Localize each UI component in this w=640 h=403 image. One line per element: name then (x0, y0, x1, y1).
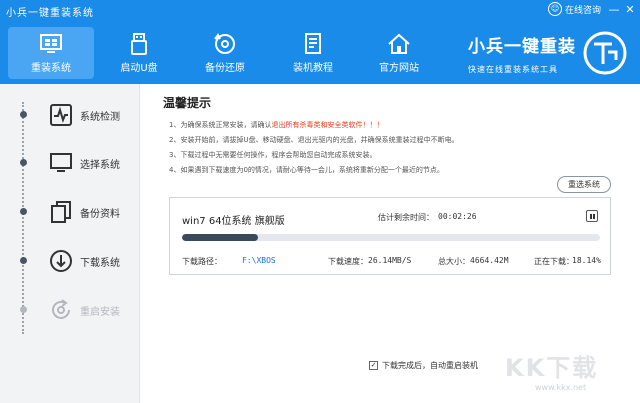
download-system-name: win7 64位系统 旗舰版 (182, 216, 285, 227)
auto-reboot-option[interactable]: ✓ 下载完成后，自动重启装机 (369, 360, 478, 371)
tab-label: 装机教程 (293, 63, 333, 74)
tip-text: 4、如果遇到下载速度为0的情况，请耐心等待一会儿，系统将重新分配一个最近的节点。 (169, 166, 444, 174)
step-dot (20, 159, 27, 166)
tips-list: 1、为确保系统正常安装，请确认退出所有杀毒类和安全类软件！！！ 2、安装开始前，… (169, 118, 459, 178)
reselect-system-button[interactable]: 重选系统 (557, 176, 611, 193)
tab-label: 官方网站 (379, 63, 419, 74)
tab-backup-restore[interactable]: 备份还原 (182, 27, 268, 79)
restart-icon (48, 297, 74, 323)
eta-value: 00:02:26 (438, 212, 477, 221)
size-value: 4664.42M (470, 256, 509, 265)
watermark-url: www.kkx.net (535, 383, 587, 392)
step-label: 备份资料 (80, 209, 120, 220)
step-label: 系统检测 (80, 112, 120, 123)
step-select-system: 选择系统 (18, 146, 138, 180)
chat-icon: ☺ (548, 2, 562, 16)
download-path-link[interactable]: F:\XBOS (242, 256, 276, 265)
tab-label: 启动U盘 (120, 63, 158, 74)
download-panel: win7 64位系统 旗舰版 估计剩余时间： 00:02:26 下载路径： F:… (169, 197, 611, 275)
brand: 小兵一键重装 快速在线重装系统工具 (468, 32, 576, 75)
percent-value: 18.14% (572, 256, 601, 265)
watermark-logo: KK下载 (505, 354, 599, 382)
sidebar: 系统检测 选择系统 备份资料 下载系统 重启安装 (0, 84, 140, 403)
online-consult-button[interactable]: ☺ 在线咨询 (548, 2, 601, 16)
tip-item: 1、为确保系统正常安装，请确认退出所有杀毒类和安全类软件！！！ (169, 118, 459, 133)
tip-item: 4、如果遇到下载速度为0的情况，请耐心等待一会儿，系统将重新分配一个最近的节点。 (169, 163, 459, 178)
monitor-icon (48, 150, 74, 176)
online-consult-label: 在线咨询 (565, 5, 602, 16)
tab-boot-usb[interactable]: 启动U盘 (96, 27, 182, 79)
auto-reboot-checkbox[interactable]: ✓ (369, 361, 378, 370)
step-label: 下载系统 (80, 258, 120, 269)
copy-icon (48, 199, 74, 225)
speed-value: 26.14MB/S (368, 256, 412, 265)
step-label: 重启安装 (80, 307, 120, 318)
step-system-check: 系统检测 (18, 98, 138, 132)
home-icon (386, 31, 412, 57)
minimize-button[interactable]: — (608, 3, 620, 17)
step-dot (20, 208, 27, 215)
tip-item: 2、安装开始前，请拔掉U盘、移动硬盘、退出光驱内的光盘，并确保系统重装过程中不断… (169, 133, 459, 148)
tab-reinstall-system[interactable]: 重装系统 (8, 27, 94, 79)
document-icon (300, 31, 326, 57)
tip-item: 3、下载过程中无需要任何操作，程序会帮助您自动完成系统安装。 (169, 148, 459, 163)
brand-name: 小兵一键重装 (468, 37, 576, 57)
tab-install-tutorial[interactable]: 装机教程 (270, 27, 356, 79)
step-download-system: 下载系统 (18, 244, 138, 278)
tab-official-site[interactable]: 官方网站 (356, 27, 442, 79)
progress-fill (182, 234, 258, 241)
disc-restore-icon (212, 31, 238, 57)
tips-title: 温馨提示 (163, 96, 212, 110)
tip-text: 1、为确保系统正常安装，请确认 (169, 121, 272, 129)
size-label: 总大小： (438, 257, 470, 266)
tip-warning: 退出所有杀毒类和安全类软件！！！ (271, 121, 384, 129)
monitor-icon (38, 31, 64, 57)
tab-label: 备份还原 (205, 63, 245, 74)
brand-logo-icon (583, 31, 627, 75)
top-nav: 重装系统 启动U盘 备份还原 装机教程 官方网站 小兵一键重装 快速在线重装系统… (0, 22, 640, 84)
step-backup-data: 备份资料 (18, 195, 138, 229)
path-label: 下载路径： (182, 257, 222, 266)
window-title: 小兵一键重装系统 (6, 8, 94, 19)
usb-icon (126, 31, 152, 57)
step-label: 选择系统 (80, 160, 120, 171)
step-dot (20, 257, 27, 264)
auto-reboot-label: 下载完成后，自动重启装机 (382, 361, 478, 370)
download-icon (48, 248, 74, 274)
speed-label: 下载速度： (328, 257, 368, 266)
eta-label: 估计剩余时间： (378, 213, 434, 222)
pulse-icon (48, 102, 74, 128)
status-label: 正在下载： (534, 257, 574, 266)
title-bar: 小兵一键重装系统 ☺ 在线咨询 — ✕ (0, 0, 640, 22)
watermark: KK下载 www.kkx.net (505, 348, 635, 398)
step-dot (20, 111, 27, 118)
tip-text: 2、安装开始前，请拔掉U盘、移动硬盘、退出光驱内的光盘，并确保系统重装过程中不断… (169, 136, 459, 144)
download-progress-bar (182, 234, 600, 241)
tab-label: 重装系统 (31, 63, 71, 74)
close-button[interactable]: ✕ (624, 3, 636, 17)
step-dot (20, 306, 27, 313)
brand-slogan: 快速在线重装系统工具 (468, 65, 558, 74)
tip-text: 3、下载过程中无需要任何操作，程序会帮助您自动完成系统安装。 (169, 151, 377, 159)
step-restart-install: 重启安装 (18, 293, 138, 327)
pause-button[interactable] (586, 210, 598, 222)
